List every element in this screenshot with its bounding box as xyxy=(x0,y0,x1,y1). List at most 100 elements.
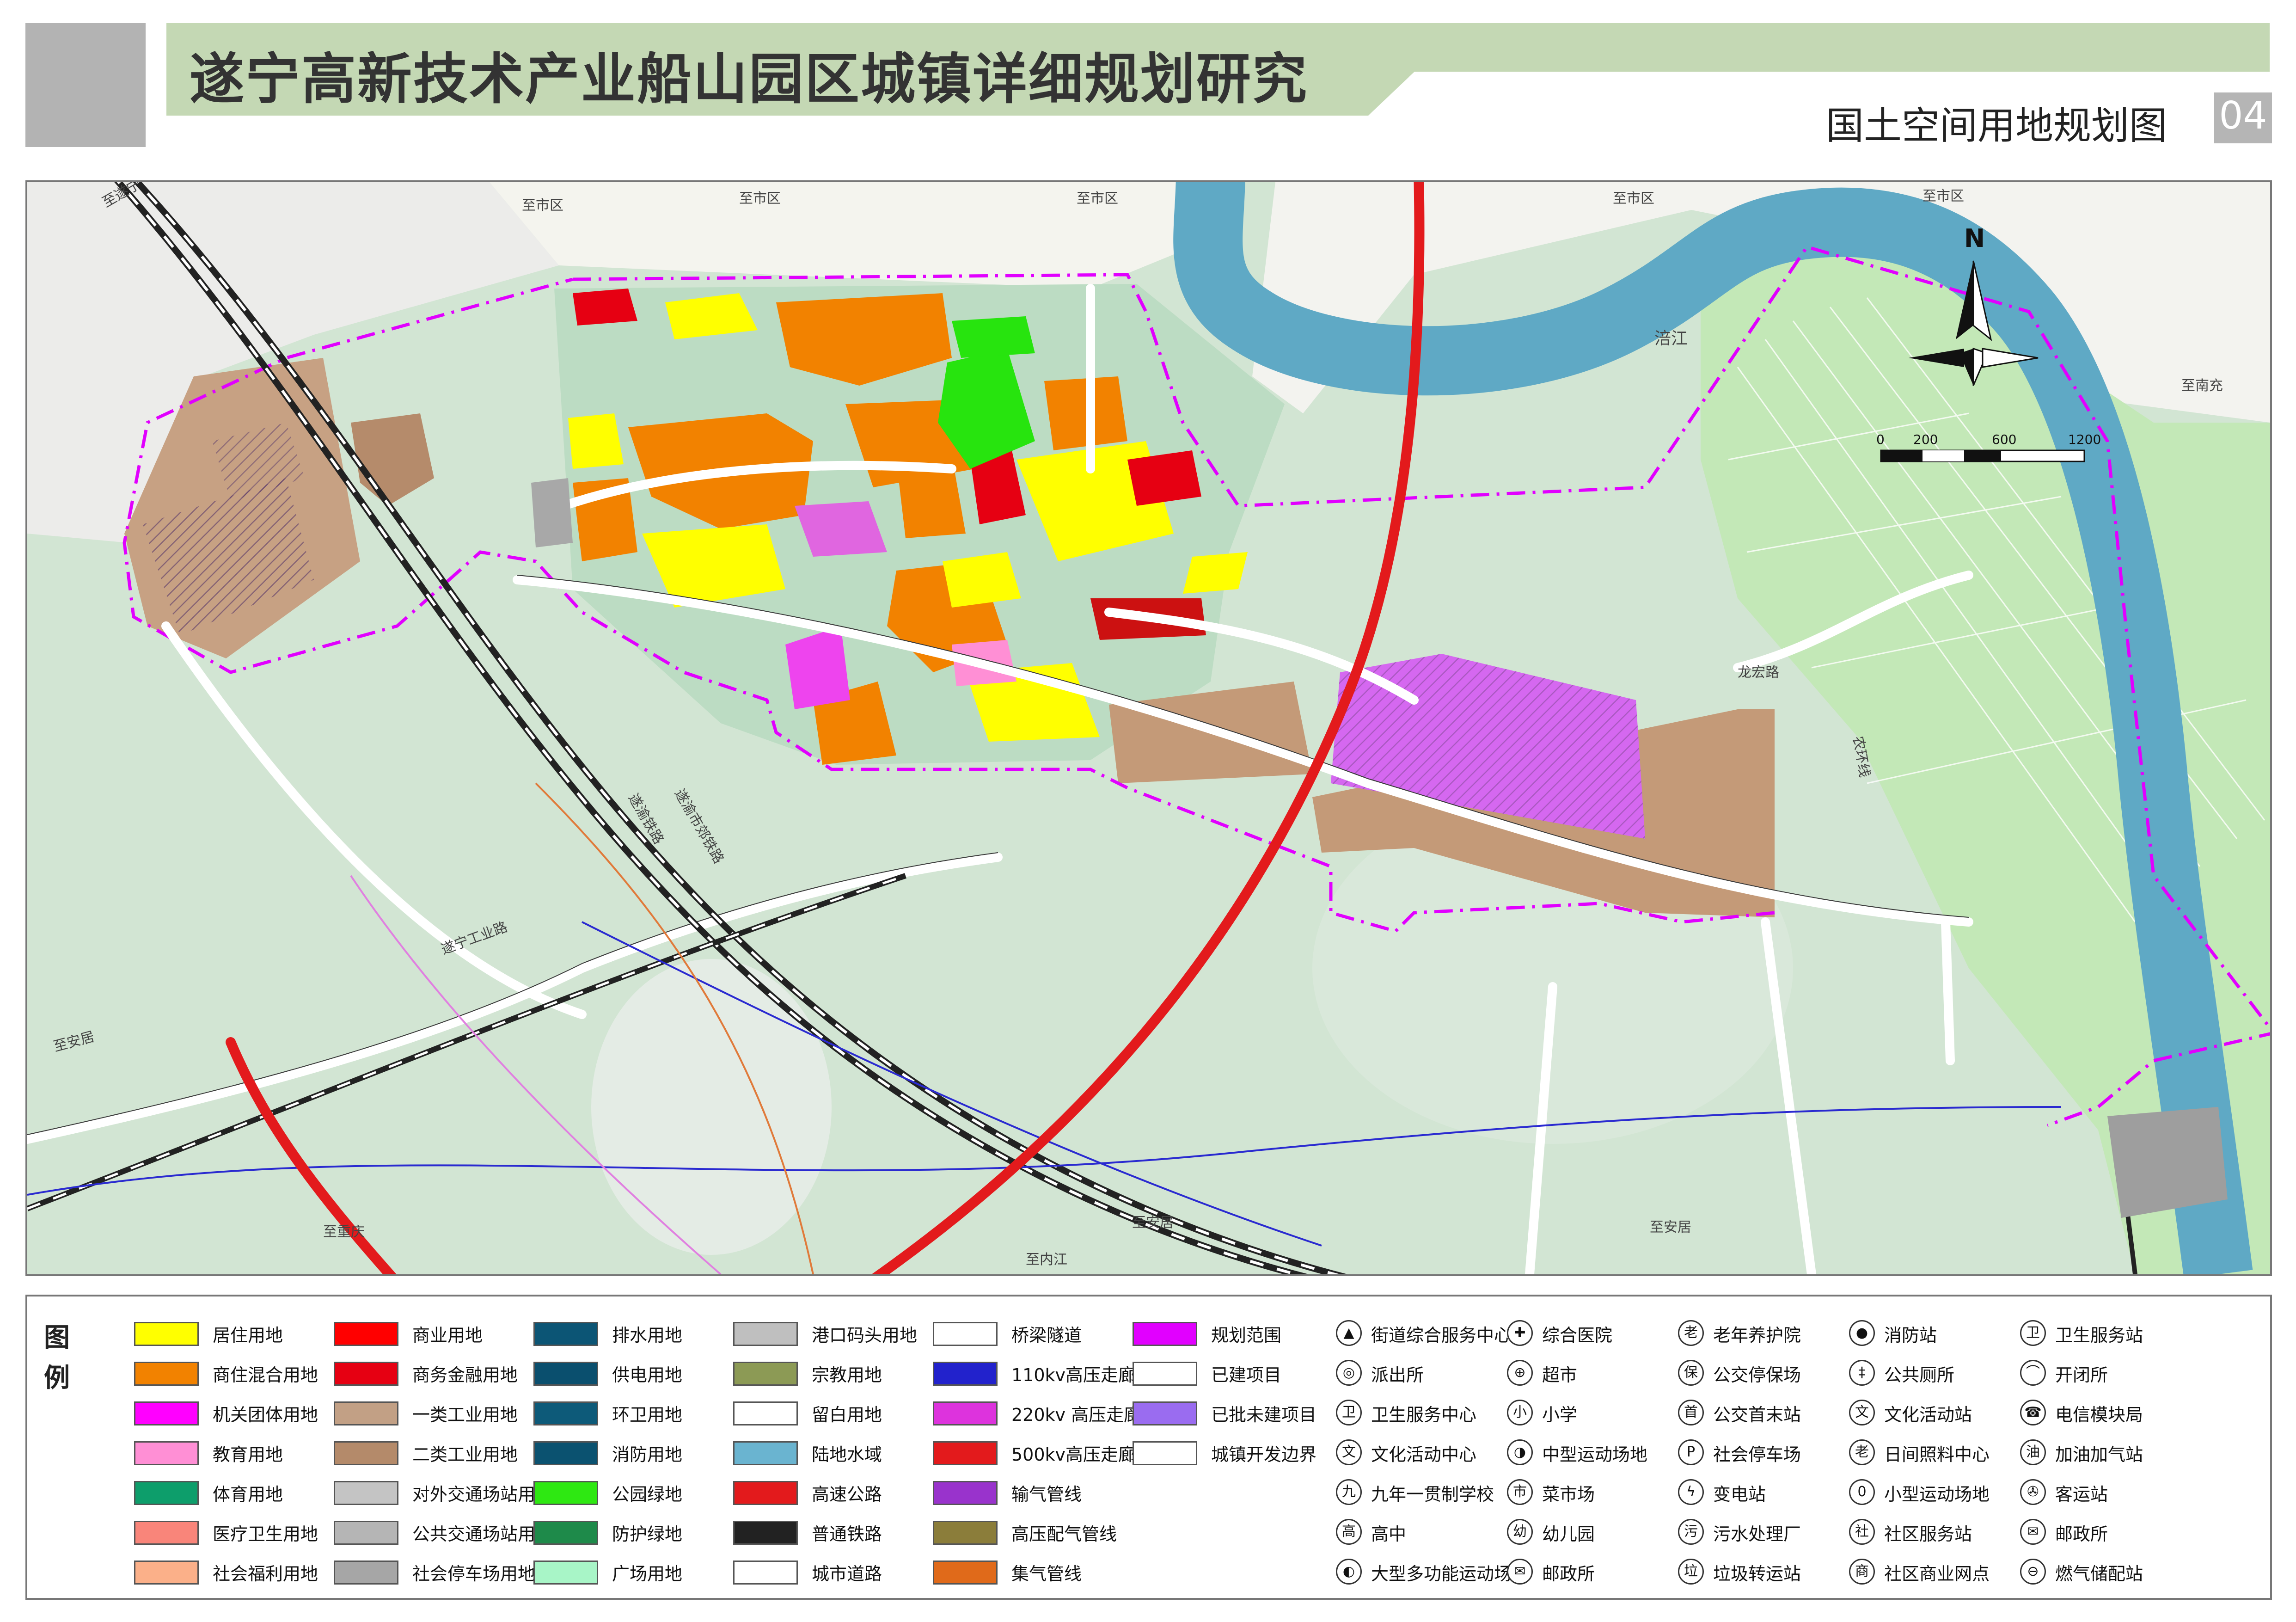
commercial-zone-3 xyxy=(573,289,637,326)
legend-label: 小学 xyxy=(1542,1405,1578,1425)
scale-tick-1: 200 xyxy=(1913,432,1938,447)
bus-depot-icon: 保 xyxy=(1678,1360,1704,1386)
switch-station-icon: ⌒ xyxy=(2020,1360,2046,1386)
land-use-map[interactable]: 至遂宁 至市区 至市区 至市区 至市区 至市区 至南充 涪江 龙宏路 遂渝铁路 … xyxy=(27,182,2270,1274)
legend-swatch xyxy=(933,1362,998,1386)
legend-label: 开闭所 xyxy=(2055,1365,2108,1385)
sewage-plant-icon: 污 xyxy=(1678,1519,1704,1545)
legend-label: 集气管线 xyxy=(1011,1564,1082,1584)
large-sports-icon: ◐ xyxy=(1336,1559,1362,1585)
legend-label: 医疗卫生用地 xyxy=(213,1524,318,1544)
legend-swatch xyxy=(733,1322,798,1346)
legend-swatch xyxy=(134,1441,199,1465)
legend-label: 教育用地 xyxy=(213,1444,283,1465)
legend-label: 消防站 xyxy=(1884,1325,1937,1346)
legend-label: 输气管线 xyxy=(1011,1484,1082,1505)
legend-label: 小型运动场地 xyxy=(1884,1484,1990,1505)
transport-station xyxy=(531,478,573,547)
health-station-icon: 卫 xyxy=(2020,1320,2046,1346)
legend-swatch xyxy=(733,1561,798,1585)
fire-station-icon: ● xyxy=(1849,1320,1875,1346)
legend-swatch xyxy=(533,1401,598,1425)
legend-swatch xyxy=(1133,1441,1197,1465)
school-nine-year-icon: 九 xyxy=(1336,1479,1362,1505)
post-branch-icon: ✉ xyxy=(2020,1519,2046,1545)
legend-label: 社区商业网点 xyxy=(1884,1564,1990,1584)
kindergarten-icon: 幼 xyxy=(1507,1519,1533,1545)
legend-label: 防护绿地 xyxy=(612,1524,683,1544)
legend-label: 商住混合用地 xyxy=(213,1365,318,1385)
legend-label: 高速公路 xyxy=(812,1484,882,1505)
legend-swatch xyxy=(334,1322,398,1346)
legend-label: 宗教用地 xyxy=(812,1365,882,1385)
legend-label: 邮政所 xyxy=(1542,1564,1595,1584)
medium-sports-icon: ◑ xyxy=(1507,1439,1533,1465)
legend-label: 九年一贯制学校 xyxy=(1371,1484,1494,1505)
legend-label: 城市道路 xyxy=(812,1564,882,1584)
legend-item-icon: ✉ 邮政所 xyxy=(2020,1514,2296,1547)
place-label-5: 至市区 xyxy=(1613,190,1654,207)
legend-label: 燃气储配站 xyxy=(2055,1564,2143,1584)
legend-swatch xyxy=(134,1521,199,1545)
legend-label: 体育用地 xyxy=(213,1484,283,1505)
legend-swatch xyxy=(733,1362,798,1386)
legend-item-icon: ☎ 电信模块局 xyxy=(2020,1395,2296,1427)
legend-swatch xyxy=(933,1322,998,1346)
legend-item-icon: ⌒ 开闭所 xyxy=(2020,1355,2296,1388)
legend-label: 文化活动中心 xyxy=(1371,1444,1477,1465)
scale-tick-0: 0 xyxy=(1876,432,1885,447)
supermarket-icon: ⊕ xyxy=(1507,1360,1533,1386)
legend-label: 幼儿园 xyxy=(1542,1524,1595,1544)
legend-label: 客运站 xyxy=(2055,1484,2108,1505)
legend-item-swatch: 集气管线 xyxy=(933,1554,1229,1586)
place-label-7: 至南充 xyxy=(2181,378,2223,394)
legend-label: 派出所 xyxy=(1371,1365,1424,1385)
place-label-15: 至内江 xyxy=(1026,1252,1067,1268)
legend-label: 机关团体用地 xyxy=(213,1405,318,1425)
gas-storage-icon: ⊖ xyxy=(2020,1559,2046,1585)
legend-label: 商务金融用地 xyxy=(412,1365,518,1385)
residential-zone-6 xyxy=(943,552,1021,608)
legend-swatch xyxy=(334,1481,398,1505)
legend-label: 高中 xyxy=(1371,1524,1407,1544)
legend-label: 社会停车场用地 xyxy=(412,1564,536,1584)
legend-swatch xyxy=(1133,1401,1197,1425)
legend-item-icon: 卫卫生服务站 xyxy=(2020,1315,2296,1348)
legend-item-swatch: 高压配气管线 xyxy=(933,1514,1229,1547)
residential-zone-7 xyxy=(1183,552,1248,594)
legend-label: 110kv高压走廊 xyxy=(1011,1365,1136,1385)
map-subtitle: 国土空间用地规划图 xyxy=(1826,104,2167,148)
legend-label: 文化活动站 xyxy=(1884,1405,1972,1425)
legend-label: 城镇开发边界 xyxy=(1211,1444,1317,1465)
health-center-icon: 卫 xyxy=(1336,1400,1362,1425)
place-label-3: 至市区 xyxy=(739,190,781,207)
legend-label: 商业用地 xyxy=(412,1325,483,1346)
legend-swatch xyxy=(533,1441,598,1465)
legend-label: 公共厕所 xyxy=(1884,1365,1955,1385)
commercial-zone-2 xyxy=(1127,450,1201,506)
legend-swatch xyxy=(334,1561,398,1585)
legend-title-top: 图 xyxy=(44,1323,70,1353)
park-green-2 xyxy=(952,316,1035,358)
legend-label: 普通铁路 xyxy=(812,1524,882,1544)
place-label-2: 至市区 xyxy=(522,197,563,214)
market-icon: 市 xyxy=(1507,1479,1533,1505)
police-icon: ◎ xyxy=(1336,1360,1362,1386)
legend-item-icon: 油加油加气站 xyxy=(2020,1435,2296,1467)
legend-swatch xyxy=(533,1561,598,1585)
substation-icon: ϟ xyxy=(1678,1479,1704,1505)
post-office-icon: ✉ xyxy=(1507,1559,1533,1585)
legend-swatch xyxy=(134,1322,199,1346)
legend-label: 陆地水域 xyxy=(812,1444,882,1465)
hospital-icon: ✚ xyxy=(1507,1320,1533,1346)
legend-label: 居住用地 xyxy=(213,1325,283,1346)
legend-swatch xyxy=(334,1362,398,1386)
page-title: 遂宁高新技术产业船山园区城镇详细规划研究 xyxy=(190,47,1309,111)
legend-label: 垃圾转运站 xyxy=(1713,1564,1801,1584)
legend-swatch xyxy=(334,1401,398,1425)
triangle-icon: ▲ xyxy=(1336,1320,1362,1346)
map-frame[interactable]: 至遂宁 至市区 至市区 至市区 至市区 至市区 至南充 涪江 龙宏路 遂渝铁路 … xyxy=(25,180,2272,1276)
place-label-6: 至市区 xyxy=(1923,188,1964,204)
culture-station-icon: 文 xyxy=(1849,1400,1875,1425)
legend-swatch xyxy=(134,1401,199,1425)
